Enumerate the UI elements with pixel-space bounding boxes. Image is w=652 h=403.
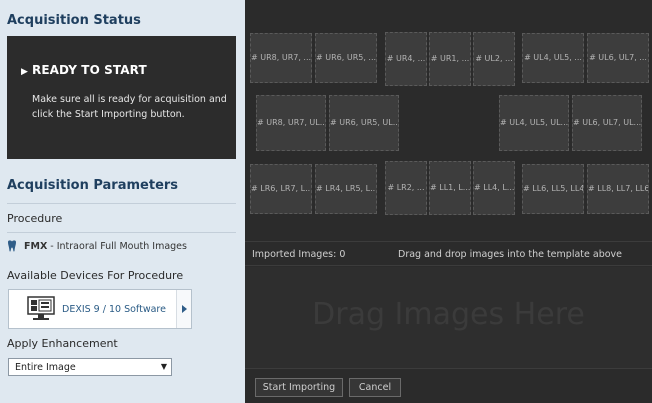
- drop-placeholder: Drag Images Here: [312, 297, 585, 332]
- device-select-arrow-button[interactable]: [176, 290, 191, 328]
- procedure-label: Procedure: [7, 212, 63, 225]
- footer-actions: Start Importing Cancel: [245, 368, 652, 403]
- drag-drop-hint: Drag and drop images into the template a…: [398, 249, 622, 260]
- device-card[interactable]: DEXIS 9 / 10 Software: [8, 289, 192, 329]
- template-slot[interactable]: # LR2, ...: [385, 161, 427, 215]
- template-slot[interactable]: # UR8, UR7, UL...: [256, 95, 326, 151]
- template-slot[interactable]: # UL4, UL5, ...: [522, 33, 584, 83]
- import-status-bar: Imported Images: 0 Drag and drop images …: [245, 241, 652, 266]
- template-slot[interactable]: # UL6, UL7, ...: [587, 33, 649, 83]
- acquisition-parameters-title: Acquisition Parameters: [7, 178, 179, 193]
- acquisition-status-title: Acquisition Status: [7, 13, 141, 28]
- status-headline-text: READY TO START: [32, 63, 147, 77]
- template-slot[interactable]: # UL2, ...: [473, 32, 515, 86]
- template-slot[interactable]: # UR6, UR5, ...: [315, 33, 377, 83]
- template-slot[interactable]: # LL1, L...: [429, 161, 471, 215]
- template-slot[interactable]: # UL6, UL7, UL...: [572, 95, 642, 151]
- divider: [7, 232, 236, 233]
- enhancement-select-value: Entire Image: [15, 362, 76, 373]
- status-message: Make sure all is ready for acquisition a…: [32, 94, 227, 120]
- tooth-icon: [8, 240, 16, 252]
- template-slot[interactable]: # UR6, UR5, UL...: [329, 95, 399, 151]
- available-devices-label: Available Devices For Procedure: [7, 269, 184, 282]
- status-box: ▶ READY TO START Make sure all is ready f…: [7, 36, 236, 159]
- imported-images-count: Imported Images: 0: [252, 249, 346, 260]
- left-panel: Acquisition Status ▶ READY TO START Make …: [0, 0, 245, 403]
- status-headline: ▶ READY TO START: [21, 63, 147, 77]
- template-slot[interactable]: # LL4, L...: [473, 161, 515, 215]
- cancel-button[interactable]: Cancel: [349, 378, 401, 397]
- template-slot[interactable]: # LR4, LR5, L...: [315, 164, 377, 214]
- template-slot[interactable]: # LL6, LL5, LL4: [522, 164, 584, 214]
- apply-enhancement-label: Apply Enhancement: [7, 337, 118, 350]
- procedure-description: - Intraoral Full Mouth Images: [50, 240, 187, 252]
- procedure-item[interactable]: FMX - Intraoral Full Mouth Images: [7, 240, 187, 252]
- template-slot[interactable]: # UL4, UL5, UL...: [499, 95, 569, 151]
- monitor-software-icon: [27, 296, 55, 320]
- image-drop-zone[interactable]: Drag Images Here: [245, 267, 652, 368]
- template-slot[interactable]: # LR6, LR7, L...: [250, 164, 312, 214]
- template-slot[interactable]: # UR8, UR7, ...: [250, 33, 312, 83]
- enhancement-select[interactable]: Entire Image ▼: [8, 358, 172, 376]
- divider: [7, 203, 236, 204]
- device-name: DEXIS 9 / 10 Software: [62, 304, 166, 315]
- template-slot[interactable]: # UR4, ...: [385, 32, 427, 86]
- start-importing-button[interactable]: Start Importing: [255, 378, 343, 397]
- procedure-code: FMX: [24, 240, 48, 252]
- dropdown-caret-icon: ▼: [160, 362, 167, 371]
- template-slot[interactable]: # LL8, LL7, LL6: [587, 164, 649, 214]
- template-slot[interactable]: # UR1, ...: [429, 32, 471, 86]
- play-arrow-icon: ▶: [21, 67, 29, 77]
